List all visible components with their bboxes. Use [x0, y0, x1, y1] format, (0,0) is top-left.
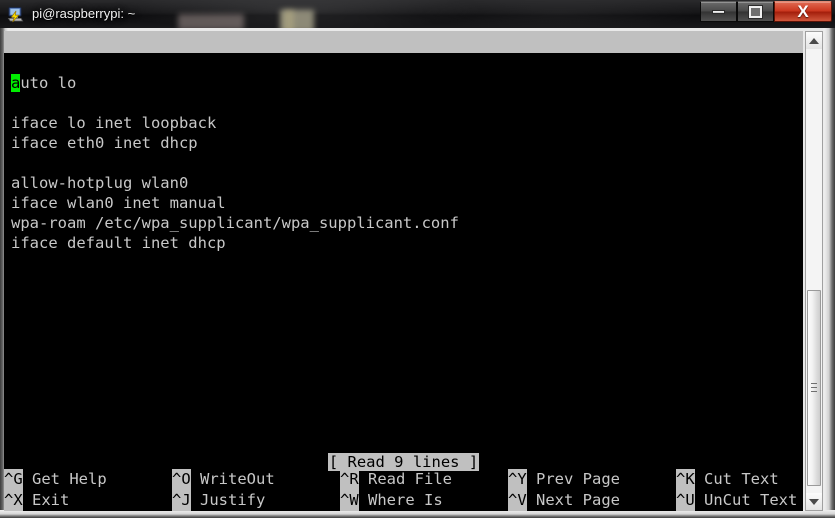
editor-line-text: [11, 154, 20, 172]
minimize-icon: [712, 9, 725, 14]
shortcut-label: UnCut Text: [694, 491, 798, 509]
shortcut-label: Prev Page: [526, 470, 620, 488]
editor-line: iface eth0 inet dhcp: [11, 133, 801, 153]
shortcut-key: ^K: [676, 469, 695, 490]
shortcut-label: Next Page: [526, 491, 620, 509]
shortcut-key: ^J: [172, 490, 191, 511]
shortcut-item[interactable]: ^Y Prev Page: [508, 469, 676, 490]
maximize-button[interactable]: [737, 1, 774, 22]
editor-line: wpa-roam /etc/wpa_supplicant/wpa_supplic…: [11, 213, 801, 233]
text-cursor: a: [11, 74, 21, 92]
shortcut-key: ^V: [508, 490, 527, 511]
editor-line: iface lo inet loopback: [11, 113, 801, 133]
editor-line-text: wpa-roam /etc/wpa_supplicant/wpa_supplic…: [11, 214, 459, 232]
shortcut-key: ^W: [340, 490, 359, 511]
window-frame-bottom: [0, 510, 835, 518]
scroll-up-arrow-icon: [809, 37, 819, 44]
shortcut-item[interactable]: ^R Read File: [340, 469, 508, 490]
editor-line-text: iface lo inet loopback: [11, 114, 217, 132]
minimize-button[interactable]: [700, 1, 737, 22]
close-button[interactable]: X: [774, 1, 832, 22]
putty-nano-window: pi@raspberrypi: ~ X GNU nano 2.2.6 File:…: [0, 0, 835, 518]
shortcut-item[interactable]: ^U UnCut Text: [676, 490, 803, 511]
shortcut-key: ^Y: [508, 469, 527, 490]
editor-line: auto lo: [11, 73, 801, 93]
shortcut-item[interactable]: ^G Get Help: [4, 469, 172, 490]
maximize-icon: [749, 5, 762, 18]
nano-header-bar: GNU nano 2.2.6 File: /etc/network/interf…: [4, 31, 803, 73]
shortcut-label: Read File: [358, 470, 452, 488]
shortcut-label: Where Is: [358, 491, 443, 509]
nano-editor-area[interactable]: auto lo iface lo inet loopback iface eth0…: [11, 73, 801, 253]
shortcut-key: ^O: [172, 469, 191, 490]
window-frame-right: [823, 28, 835, 518]
nano-header-text: GNU nano 2.2.6 File: /etc/network/interf…: [60, 55, 803, 73]
close-icon: X: [797, 2, 809, 21]
scroll-up-button[interactable]: [806, 32, 822, 49]
window-controls: X: [700, 1, 832, 23]
shortcut-label: Get Help: [22, 470, 107, 488]
shortcut-row-1: ^G Get Help ^O WriteOut ^R Read File ^Y Pre…: [4, 469, 803, 490]
shortcut-row-2: ^X Exit ^J Justify ^W Where Is ^V Next Page…: [4, 490, 803, 511]
scroll-down-button[interactable]: [806, 493, 822, 510]
scrollbar-grip-icon: [811, 383, 817, 393]
nano-shortcut-bar: ^G Get Help ^O WriteOut ^R Read File ^Y Pre…: [4, 469, 803, 511]
shortcut-item[interactable]: ^X Exit: [4, 490, 172, 511]
window-title: pi@raspberrypi: ~: [32, 6, 136, 21]
shortcut-key: ^R: [340, 469, 359, 490]
editor-line: allow-hotplug wlan0: [11, 173, 801, 193]
editor-line-text: iface default inet dhcp: [11, 234, 226, 252]
editor-line-text: iface wlan0 inet manual: [11, 194, 226, 212]
shortcut-key: ^G: [4, 469, 23, 490]
scroll-down-arrow-icon: [809, 498, 819, 505]
terminal-screen[interactable]: GNU nano 2.2.6 File: /etc/network/interf…: [4, 31, 803, 511]
shortcut-item[interactable]: ^J Justify: [172, 490, 340, 511]
terminal-scrollbar[interactable]: [805, 31, 823, 511]
editor-line-text: [11, 94, 20, 112]
shortcut-label: Justify: [190, 491, 266, 509]
editor-line: iface default inet dhcp: [11, 233, 801, 253]
editor-line-text: iface eth0 inet dhcp: [11, 134, 198, 152]
shortcut-item[interactable]: ^W Where Is: [340, 490, 508, 511]
editor-line-text: uto lo: [20, 74, 77, 92]
shortcut-label: Exit: [22, 491, 70, 509]
putty-terminal-icon: [7, 5, 25, 23]
editor-line: iface wlan0 inet manual: [11, 193, 801, 213]
shortcut-key: ^X: [4, 490, 23, 511]
shortcut-item[interactable]: ^O WriteOut: [172, 469, 340, 490]
shortcut-key: ^U: [676, 490, 695, 511]
shortcut-label: Cut Text: [694, 470, 779, 488]
shortcut-label: WriteOut: [190, 470, 275, 488]
title-bar[interactable]: pi@raspberrypi: ~ X: [0, 0, 835, 28]
background-window-ghost-3: [284, 10, 294, 28]
editor-line: [11, 93, 801, 113]
background-window-ghost-1: [178, 14, 244, 28]
editor-line-text: allow-hotplug wlan0: [11, 174, 189, 192]
editor-line: [11, 153, 801, 173]
shortcut-item[interactable]: ^K Cut Text: [676, 469, 803, 490]
scrollbar-thumb[interactable]: [807, 290, 821, 486]
shortcut-item[interactable]: ^V Next Page: [508, 490, 676, 511]
